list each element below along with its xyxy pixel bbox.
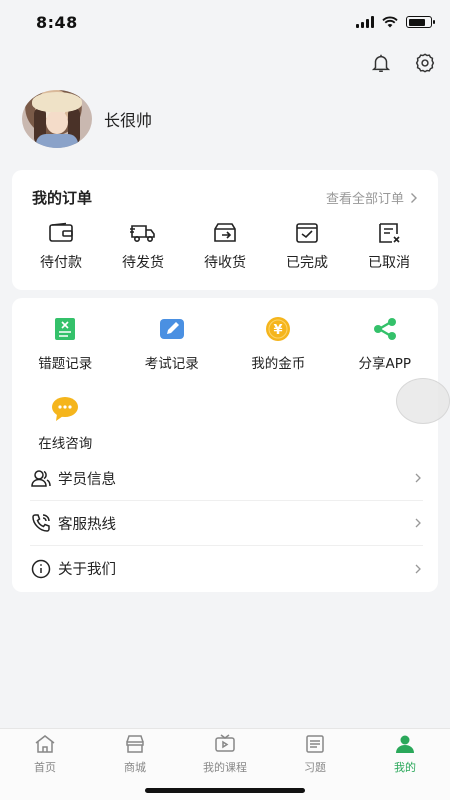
home-indicator [145, 788, 305, 793]
status-time: 8:48 [36, 12, 78, 32]
tab-label: 首页 [34, 761, 56, 774]
status-icons [356, 13, 435, 32]
order-pending-payment[interactable]: 待付款 [23, 220, 99, 272]
phone-icon [30, 512, 52, 534]
list-icon [305, 733, 325, 755]
status-bar: 8:48 [0, 0, 450, 44]
tv-icon [214, 733, 236, 755]
store-icon [124, 733, 146, 755]
chevron-right-icon [415, 473, 421, 483]
chat-bubble-icon [51, 396, 79, 422]
top-actions [368, 50, 438, 76]
floating-assistive-button[interactable] [396, 378, 450, 424]
order-item-label: 已完成 [286, 255, 328, 271]
chevron-right-icon [415, 564, 421, 573]
person-icon [395, 733, 415, 755]
order-status-row: 待付款 待发货 待收货 已完成 已取消 [12, 210, 438, 272]
order-pending-receipt[interactable]: 待收货 [187, 220, 263, 272]
orders-header: 我的订单 查看全部订单 [12, 170, 438, 210]
tools-card: 错题记录 考试记录 ¥ 我的金币 分享APP 在线咨询 学员信息 客服热线 关于… [12, 298, 438, 592]
wifi-icon [382, 13, 398, 32]
tool-label: 在线咨询 [38, 436, 93, 452]
cellular-signal-icon [356, 16, 374, 28]
info-icon [30, 558, 52, 580]
username: 长很帅 [104, 111, 153, 130]
order-item-label: 待收货 [204, 255, 246, 271]
menu-item-label: 关于我们 [58, 562, 116, 578]
tool-label: 错题记录 [38, 356, 93, 372]
check-box-icon [294, 220, 320, 246]
tools-grid: 错题记录 考试记录 ¥ 我的金币 分享APP 在线咨询 [12, 298, 438, 476]
tab-home[interactable]: 首页 [0, 733, 90, 800]
tab-label: 我的课程 [203, 761, 247, 774]
tool-wrong-questions[interactable]: 错题记录 [12, 316, 119, 396]
order-pending-shipment[interactable]: 待发货 [105, 220, 181, 272]
gold-coin-icon: ¥ [265, 316, 291, 342]
cancel-doc-icon [376, 220, 402, 246]
tab-label: 商城 [124, 761, 146, 774]
chevron-right-icon [415, 518, 421, 528]
exam-record-icon [159, 316, 185, 342]
avatar[interactable] [22, 90, 92, 148]
menu-item-label: 学员信息 [58, 471, 116, 488]
tool-label: 考试记录 [144, 356, 199, 372]
orders-title: 我的订单 [32, 189, 93, 207]
share-icon [372, 316, 398, 342]
battery-icon [406, 16, 435, 28]
settings-gear-icon[interactable] [412, 50, 438, 76]
tool-label: 我的金币 [251, 356, 306, 372]
svg-text:¥: ¥ [274, 323, 283, 338]
box-icon [212, 220, 238, 246]
tab-label: 习题 [304, 761, 326, 774]
menu-item-about-us[interactable]: 关于我们 [30, 546, 423, 591]
wrong-notes-icon [54, 316, 76, 342]
tool-label: 分享APP [358, 356, 412, 372]
tab-label: 我的 [394, 761, 416, 774]
menu-item-student-info[interactable]: 学员信息 [30, 456, 423, 501]
order-item-label: 待发货 [122, 255, 164, 271]
order-completed[interactable]: 已完成 [269, 220, 345, 272]
bell-icon[interactable] [368, 50, 394, 76]
tab-mine[interactable]: 我的 [360, 733, 450, 800]
menu-item-label: 客服热线 [58, 516, 116, 533]
tool-my-coins[interactable]: ¥ 我的金币 [225, 316, 332, 396]
tool-exam-records[interactable]: 考试记录 [119, 316, 226, 396]
orders-card: 我的订单 查看全部订单 待付款 待发货 待收货 已完成 已取消 [12, 170, 438, 290]
users-icon [30, 467, 52, 489]
wallet-icon [48, 220, 74, 246]
menu-item-hotline[interactable]: 客服热线 [30, 501, 423, 546]
order-item-label: 待付款 [40, 255, 82, 271]
settings-list: 学员信息 客服热线 关于我们 [12, 456, 438, 591]
home-icon [34, 733, 56, 755]
profile-header[interactable]: 长很帅 [22, 90, 152, 148]
view-all-orders-label: 查看全部订单 [325, 192, 404, 207]
truck-icon [129, 220, 157, 246]
order-cancelled[interactable]: 已取消 [351, 220, 427, 272]
view-all-orders-link[interactable]: 查看全部订单 [326, 188, 418, 207]
chevron-right-icon [411, 192, 417, 203]
order-item-label: 已取消 [368, 255, 410, 271]
